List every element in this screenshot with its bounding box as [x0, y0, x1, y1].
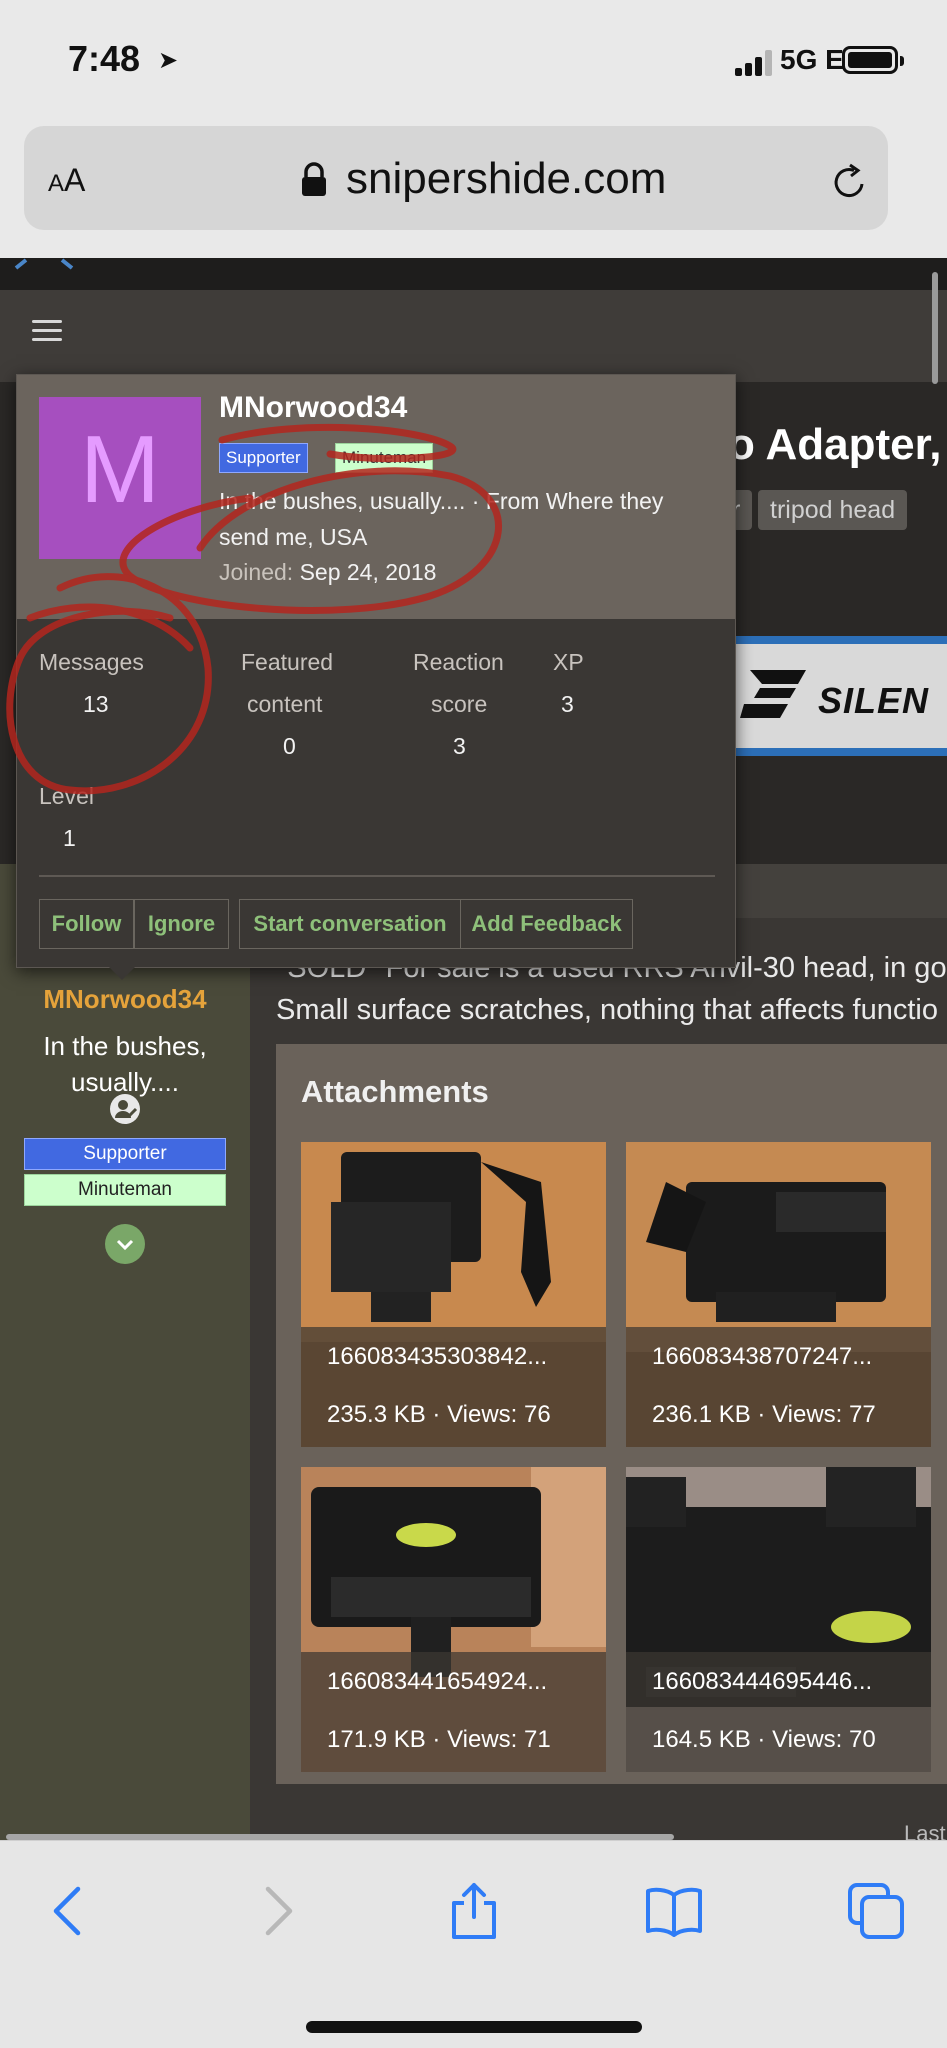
stat-xp-value[interactable]: 3 [561, 691, 574, 718]
site-navbar [0, 290, 947, 382]
status-bar: 7:48 ➤ 5G E [0, 0, 947, 120]
attachment-meta: 235.3 KB · Views: 76 [327, 1401, 551, 1428]
attachment-filename[interactable]: 166083441654924... [327, 1668, 547, 1696]
address-bar[interactable]: AA snipershide.com [24, 126, 888, 230]
network-type: 5G E [780, 44, 844, 75]
stat-xp-label: XP [553, 649, 584, 675]
last-edited-label: Last [904, 1821, 946, 1840]
browser-address-area: AA snipershide.com [0, 120, 947, 258]
attachment-meta: 236.1 KB · Views: 77 [652, 1401, 876, 1428]
add-feedback-button[interactable]: Add Feedback [460, 899, 633, 949]
home-indicator [306, 2021, 642, 2033]
hamburger-menu-icon[interactable] [32, 320, 62, 342]
follow-button[interactable]: Follow [39, 899, 134, 949]
stat-featured-label-2: content [247, 691, 323, 717]
stat-reaction-label-2: score [431, 691, 488, 717]
member-bio: In the bushes, usually.... · From Where … [219, 488, 664, 550]
attachments-block: Attachments 166083435303842... 235.3 KB … [276, 1044, 947, 1784]
web-page: o Adapter, r tripod head SILEN *SOLD* Fo… [0, 258, 947, 1840]
attachment-filename[interactable]: 166083444695446... [652, 1668, 872, 1696]
member-card-header: M MNorwood34 Supporter Minuteman In the … [17, 375, 735, 619]
book-icon[interactable] [644, 1881, 704, 1941]
attachment-filename[interactable]: 166083435303842... [327, 1343, 547, 1371]
supporter-badge: Supporter [24, 1138, 226, 1170]
member-tooltip-card: M MNorwood34 Supporter Minuteman In the … [16, 374, 736, 968]
stat-messages-value[interactable]: 13 [83, 691, 109, 718]
minuteman-badge: Minuteman [335, 443, 434, 473]
stat-reaction-label: Reaction [413, 649, 504, 675]
stat-reaction-value[interactable]: 3 [453, 733, 466, 760]
member-username[interactable]: MNorwood34 [219, 391, 407, 425]
attachment-filename[interactable]: 166083438707247... [652, 1343, 872, 1371]
vertical-scrollbar[interactable] [932, 272, 938, 384]
ignore-button[interactable]: Ignore [134, 899, 229, 949]
user-status-icon [110, 1094, 140, 1124]
cellular-signal-icon [735, 50, 775, 76]
attachment-thumbnail[interactable]: 166083438707247... 236.1 KB · Views: 77 [626, 1142, 931, 1447]
attachment-meta: 171.9 KB · Views: 71 [327, 1726, 551, 1753]
chevron-right-icon[interactable] [246, 1881, 306, 1941]
sidebar-username[interactable]: MNorwood34 [0, 984, 250, 1015]
supporter-badge: Supporter [219, 443, 308, 473]
card-divider [39, 875, 715, 877]
attachment-meta: 164.5 KB · Views: 70 [652, 1726, 876, 1753]
card-pointer [108, 966, 136, 980]
lock-icon [302, 162, 326, 196]
sponsor-banner[interactable]: SILEN [724, 636, 947, 756]
member-joined: Joined: Sep 24, 2018 [219, 559, 437, 585]
share-icon[interactable] [444, 1881, 504, 1941]
stat-level-value: 1 [63, 825, 76, 851]
chevron-left-icon[interactable] [40, 1881, 100, 1941]
brand-mark-icon [740, 670, 806, 718]
banner-text: SILEN [818, 680, 930, 721]
battery-icon [842, 46, 904, 74]
attachment-thumbnail[interactable]: 166083441654924... 171.9 KB · Views: 71 [301, 1467, 606, 1772]
status-time: 7:48 [68, 38, 141, 79]
thread-title: o Adapter, [728, 420, 942, 469]
thread-tag-tripod-head[interactable]: tripod head [758, 490, 908, 530]
browser-toolbar [0, 1840, 947, 2048]
logo-fragment-icon [14, 258, 74, 270]
chevron-down-icon[interactable] [105, 1224, 145, 1264]
post-text-line: Small surface scratches, nothing that af… [276, 994, 938, 1026]
reload-icon[interactable] [830, 162, 870, 202]
page-top-band [0, 258, 947, 290]
reader-aa-button[interactable]: AA [48, 162, 85, 199]
tabs-icon[interactable] [846, 1881, 906, 1941]
avatar[interactable]: M [39, 397, 201, 559]
stat-messages-label: Messages [39, 649, 144, 675]
start-conversation-button[interactable]: Start conversation [239, 899, 461, 949]
minuteman-badge: Minuteman [24, 1174, 226, 1206]
attachment-thumbnail[interactable]: 166083435303842... 235.3 KB · Views: 76 [301, 1142, 606, 1447]
sidebar-user-title: In the bushes, usually.... [43, 1031, 207, 1097]
stat-featured-value[interactable]: 0 [283, 733, 296, 760]
stat-level-label: Level [39, 783, 94, 809]
location-arrow-icon: ➤ [158, 47, 179, 74]
attachments-title: Attachments [301, 1074, 489, 1109]
attachment-thumbnail[interactable]: 166083444695446... 164.5 KB · Views: 70 [626, 1467, 931, 1772]
url-text[interactable]: snipershide.com [346, 154, 666, 204]
stat-featured-label: Featured [241, 649, 334, 675]
